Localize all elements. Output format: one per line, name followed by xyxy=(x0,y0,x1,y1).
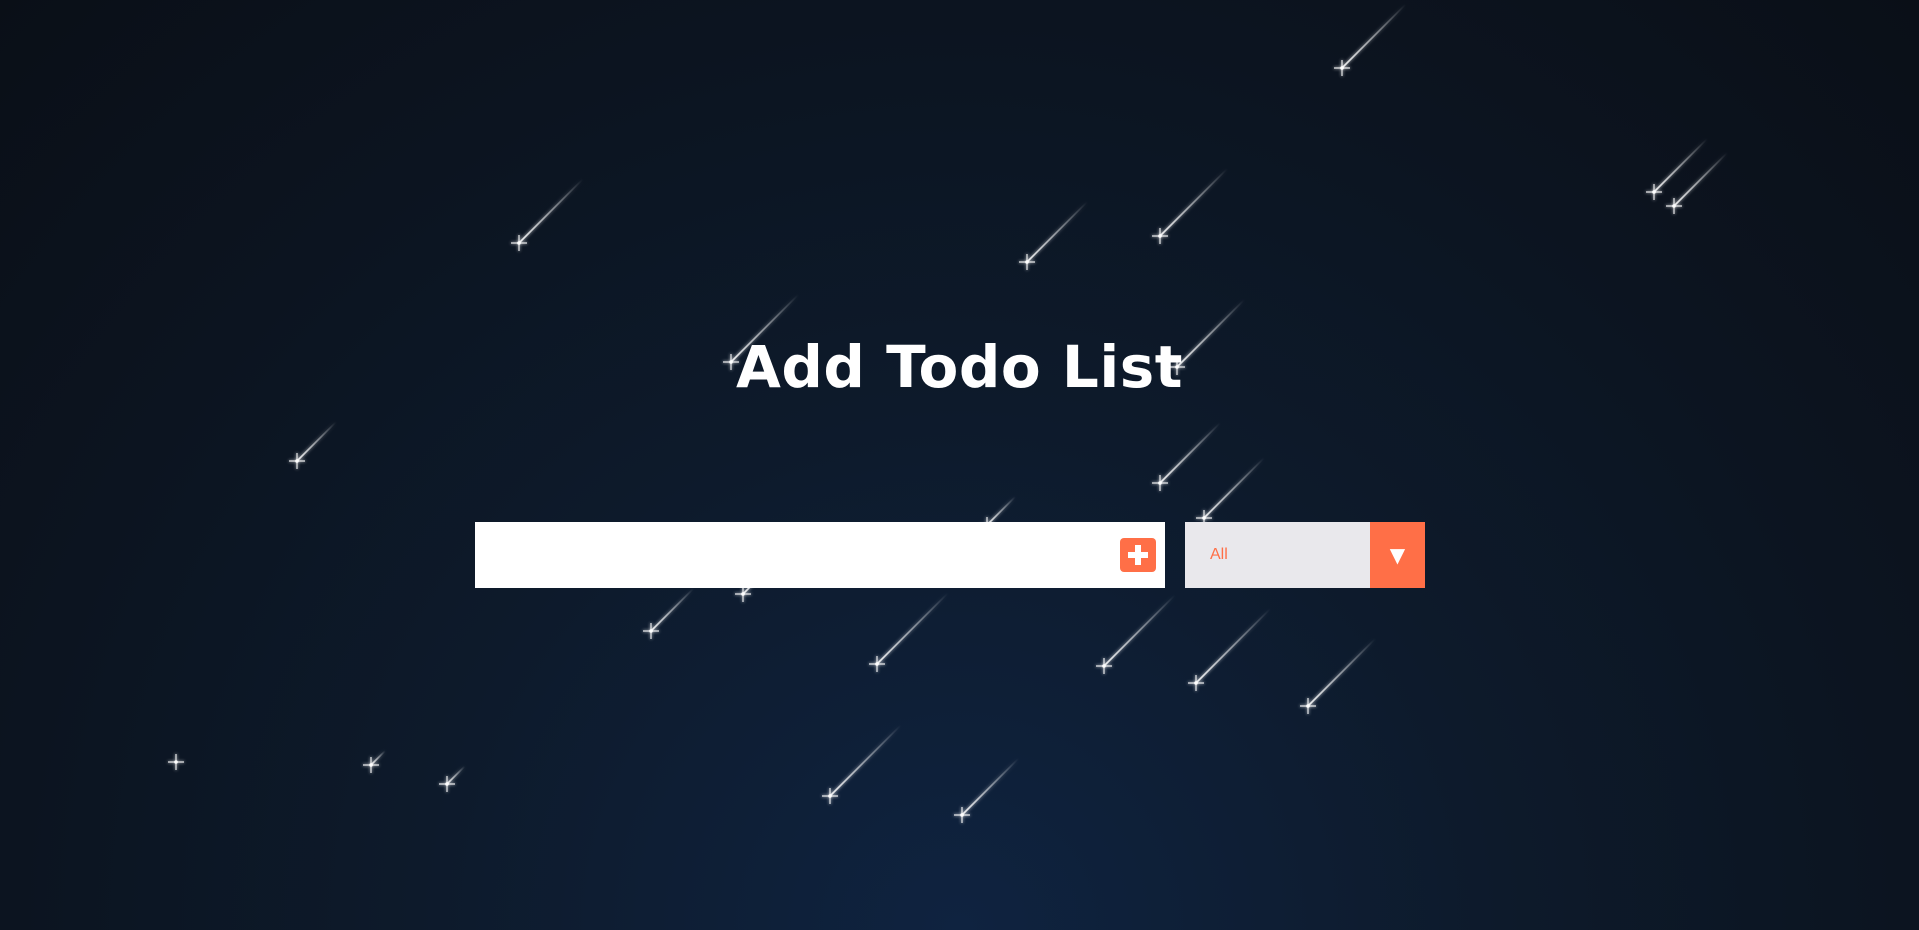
shooting-star xyxy=(1019,201,1088,270)
star-trail xyxy=(1653,138,1708,193)
star-trail xyxy=(1103,594,1176,667)
star-trail xyxy=(518,178,584,244)
star-trail xyxy=(961,757,1020,816)
star-trail xyxy=(1203,457,1265,519)
star-core xyxy=(649,629,653,633)
shooting-star xyxy=(1300,638,1376,714)
star-core xyxy=(1652,190,1656,194)
star-trail xyxy=(370,750,386,766)
shooting-star xyxy=(1152,422,1221,491)
star-core xyxy=(1340,66,1344,70)
star-trail xyxy=(1341,3,1407,69)
star-core xyxy=(1158,481,1162,485)
filter-select[interactable]: All ▼ xyxy=(1185,522,1425,588)
shooting-star xyxy=(1666,152,1728,214)
star-trail xyxy=(1026,201,1088,263)
shooting-star xyxy=(1646,138,1708,200)
star-core xyxy=(1194,681,1198,685)
star-trail xyxy=(446,765,466,785)
star-trail xyxy=(1673,152,1728,207)
star-core xyxy=(1306,704,1310,708)
star-core xyxy=(295,459,299,463)
star-core xyxy=(1202,516,1206,520)
shooting-star xyxy=(511,178,584,251)
shooting-star xyxy=(439,765,466,792)
star-core xyxy=(1158,234,1162,238)
shooting-stars-background xyxy=(168,3,1728,823)
star-trail xyxy=(986,496,1016,526)
star-core xyxy=(960,813,964,817)
star-core xyxy=(369,763,373,767)
shooting-star xyxy=(822,724,902,804)
star-core xyxy=(517,241,521,245)
star-trail xyxy=(650,588,694,632)
star-core xyxy=(1102,664,1106,668)
shooting-star xyxy=(1188,608,1271,691)
star-core xyxy=(828,794,832,798)
filter-selected-value: All xyxy=(1210,546,1228,563)
star-core xyxy=(445,782,449,786)
shooting-star xyxy=(1096,594,1176,674)
shooting-star xyxy=(1334,3,1407,76)
shooting-star xyxy=(643,588,694,639)
shooting-star xyxy=(1152,168,1228,244)
star-trail xyxy=(1307,638,1376,707)
todo-input-container xyxy=(475,522,1165,588)
star-trail xyxy=(876,592,949,665)
star-core xyxy=(174,760,178,764)
shooting-star xyxy=(1196,457,1265,526)
star-trail xyxy=(1195,608,1271,684)
caret-down-icon[interactable]: ▼ xyxy=(1370,522,1425,588)
shooting-star xyxy=(954,757,1020,823)
star-trail xyxy=(1159,168,1228,237)
page-title: Add Todo List xyxy=(736,333,1183,401)
add-todo-button[interactable] xyxy=(1120,538,1156,572)
star-trail xyxy=(1159,422,1221,484)
plus-icon xyxy=(1120,538,1156,572)
shooting-star xyxy=(363,750,386,773)
shooting-star xyxy=(289,421,337,469)
shooting-star xyxy=(168,754,184,770)
star-trail xyxy=(829,724,902,797)
shooting-star xyxy=(869,592,949,672)
star-core xyxy=(875,662,879,666)
star-trail xyxy=(296,421,337,462)
todo-input[interactable] xyxy=(475,522,1105,588)
star-core xyxy=(1672,204,1676,208)
star-core xyxy=(741,592,745,596)
star-core xyxy=(1025,260,1029,264)
